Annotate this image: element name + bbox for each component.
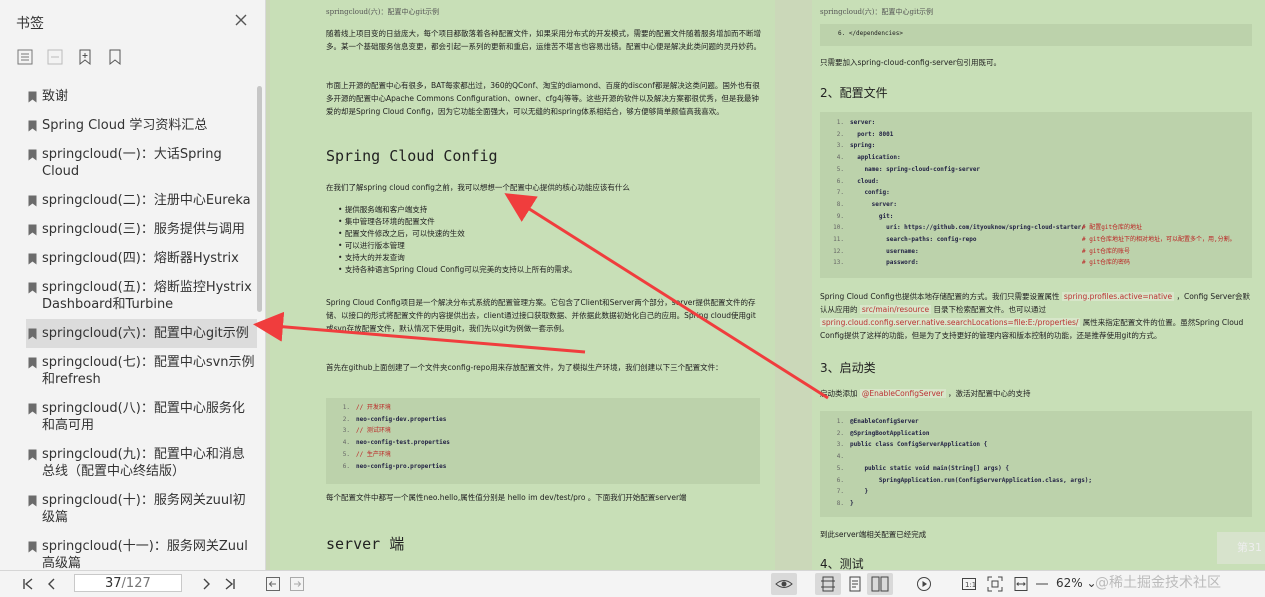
forward-icon[interactable]	[289, 576, 305, 592]
two-page-view-toggle[interactable]	[867, 573, 893, 595]
fit-width-icon[interactable]	[1013, 576, 1029, 592]
arrow-to-bookmark	[253, 311, 586, 354]
prev-page-icon[interactable]	[44, 576, 60, 592]
svg-text:1:1: 1:1	[965, 581, 976, 589]
single-page-icon[interactable]	[847, 576, 863, 592]
eye-protection-toggle[interactable]	[771, 573, 797, 595]
zoom-level[interactable]: 62% ⌄	[1056, 576, 1097, 590]
bottom-toolbar: 37/127 1:1 62% ⌄	[0, 570, 1265, 597]
continuous-view-toggle[interactable]	[815, 573, 841, 595]
annotation-arrows	[253, 193, 829, 400]
single-page-scroll-icon	[821, 576, 835, 592]
zoom-icon[interactable]	[1034, 576, 1050, 592]
page-number-input[interactable]: 37/127	[74, 574, 182, 592]
eye-icon	[775, 580, 793, 588]
fit-page-icon[interactable]	[987, 576, 1003, 592]
back-icon[interactable]	[265, 576, 281, 592]
last-page-icon[interactable]	[222, 576, 238, 592]
first-page-icon[interactable]	[20, 576, 36, 592]
next-page-icon[interactable]	[198, 576, 214, 592]
watermark: @稀土掘金技术社区	[1095, 575, 1221, 591]
arrow-to-heading	[504, 193, 829, 400]
play-icon[interactable]	[916, 576, 932, 592]
actual-size-icon[interactable]: 1:1	[961, 576, 977, 592]
two-page-icon	[871, 576, 889, 592]
